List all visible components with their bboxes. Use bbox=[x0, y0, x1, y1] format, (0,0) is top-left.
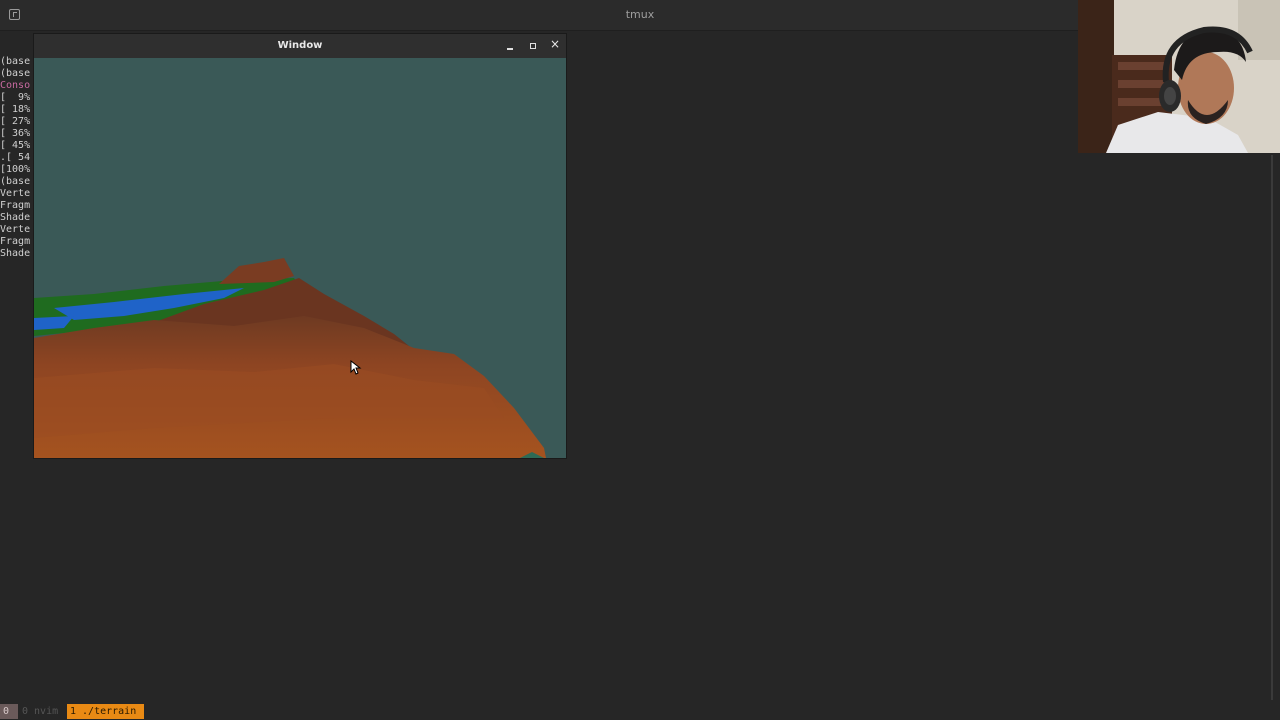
window-title: Window bbox=[277, 40, 323, 51]
terminal-lines: (base (base Conso[ 9%[ 18%[ 27%[ 36%[ 45%.… bbox=[0, 56, 34, 260]
close-button[interactable]: × bbox=[549, 37, 561, 52]
app-window[interactable]: Window × bbox=[33, 33, 567, 459]
terminal-line: (base bbox=[0, 68, 31, 79]
terrain-viewport[interactable] bbox=[34, 58, 566, 458]
terminal-line: (base bbox=[0, 176, 31, 187]
terminal-line: (base bbox=[0, 56, 31, 67]
terminal-line: Shade bbox=[0, 248, 31, 259]
terminal-line: Fragm bbox=[0, 200, 31, 211]
terminal-line: [ 27% bbox=[0, 116, 31, 127]
terminal-line: [ 45% bbox=[0, 140, 31, 151]
window-titlebar[interactable]: Window × bbox=[34, 34, 566, 58]
window-tab-nvim[interactable]: 0 nvim bbox=[19, 704, 61, 719]
terminal-line: [ 9% bbox=[0, 92, 31, 103]
minimize-icon bbox=[507, 48, 513, 50]
webcam-image bbox=[1078, 0, 1280, 153]
tmux-status-bar: 0 0 nvim 1 ./terrain bbox=[0, 703, 1280, 720]
terminal-line: Shade bbox=[0, 212, 31, 223]
terminal-line: [ 36% bbox=[0, 128, 31, 139]
terminal-line: .[ 54 bbox=[0, 152, 31, 163]
terminal-line: Conso bbox=[0, 80, 31, 91]
webcam-overlay bbox=[1078, 0, 1280, 153]
mouse-pointer-icon bbox=[350, 360, 362, 375]
close-icon: × bbox=[549, 37, 561, 51]
terminal-line: Verte bbox=[0, 188, 31, 199]
session-indicator[interactable]: 0 bbox=[0, 704, 18, 719]
maximize-icon bbox=[530, 43, 536, 49]
terminal-line: [ 18% bbox=[0, 104, 31, 115]
terrain-render bbox=[34, 258, 546, 458]
terminal-line: Fragm bbox=[0, 236, 31, 247]
minimize-button[interactable] bbox=[504, 40, 516, 52]
terminal-output[interactable]: (base (base Conso[ 9%[ 18%[ 27%[ 36%[ 45%.… bbox=[0, 32, 34, 262]
maximize-button[interactable] bbox=[527, 40, 539, 52]
pane-divider bbox=[1271, 155, 1273, 700]
terminal-line: Verte bbox=[0, 224, 31, 235]
terminal-line: [100% bbox=[0, 164, 31, 175]
window-tab-terrain[interactable]: 1 ./terrain bbox=[67, 704, 144, 719]
